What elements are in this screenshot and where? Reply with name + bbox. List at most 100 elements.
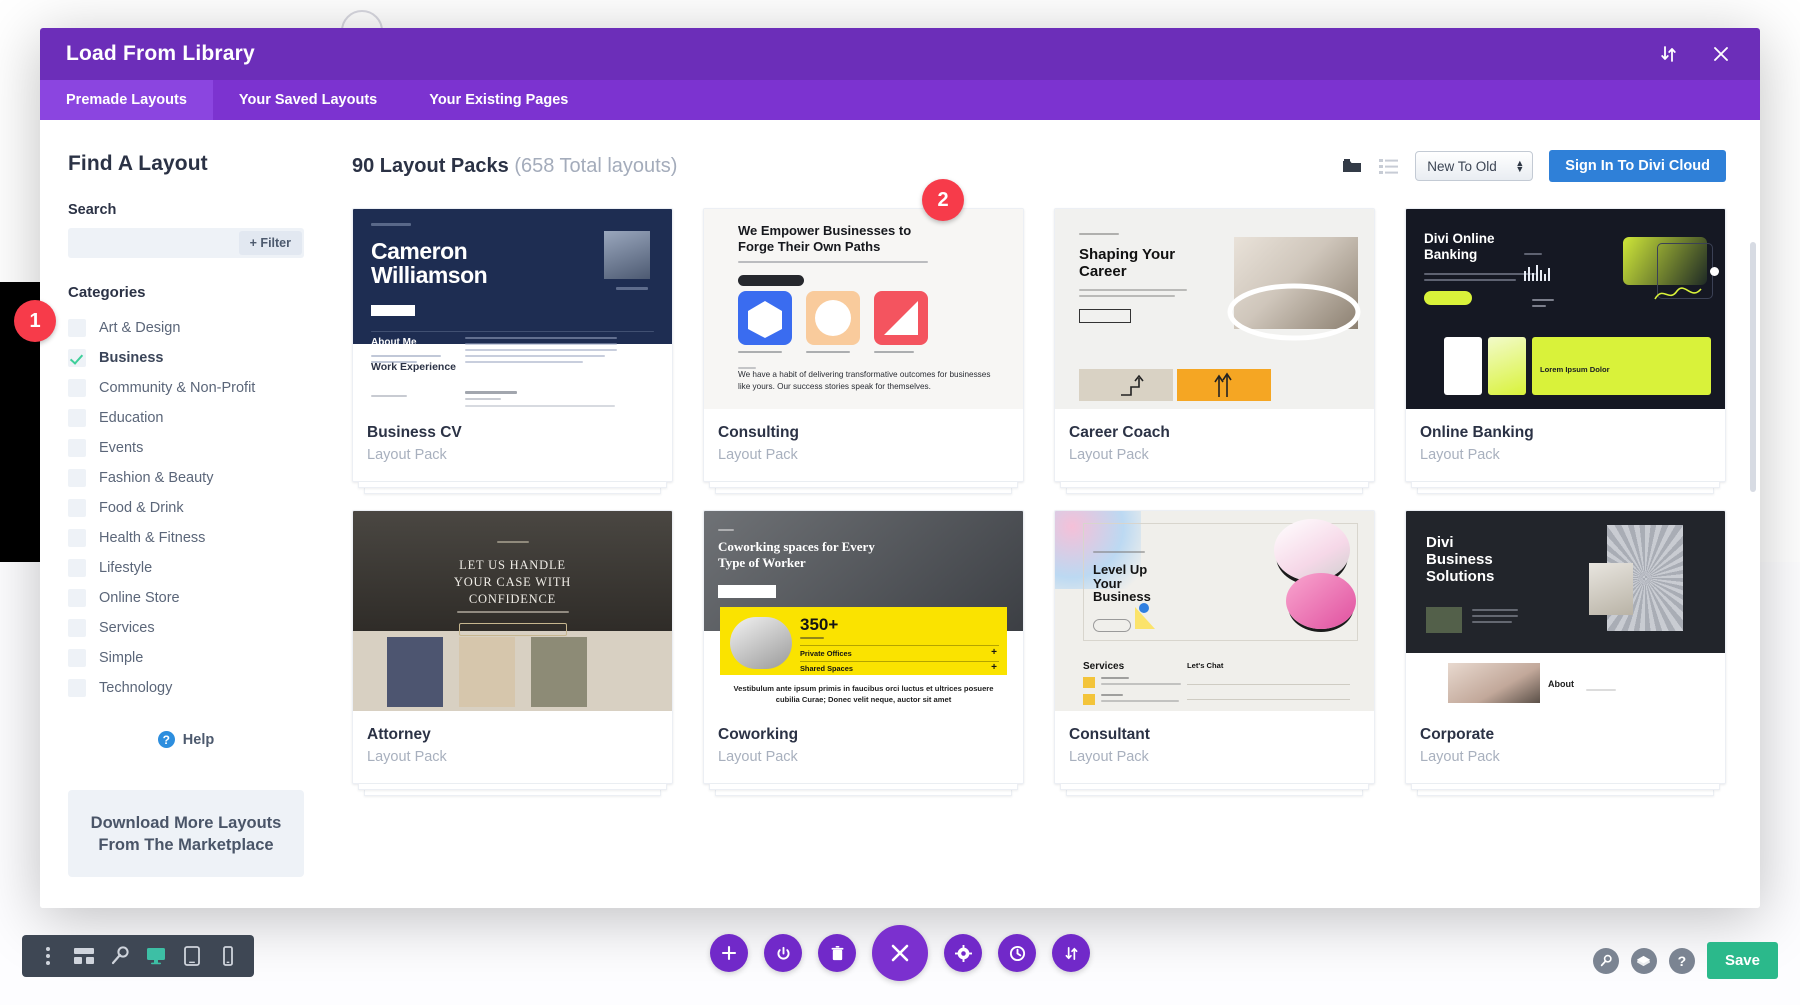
search-row: + Filter	[68, 228, 304, 258]
category-label: Business	[99, 350, 164, 366]
sign-in-divi-cloud-button[interactable]: Sign In To Divi Cloud	[1549, 150, 1726, 182]
power-icon[interactable]	[764, 934, 802, 972]
layout-card-attorney[interactable]: LET US HANDLE YOUR CASE WITH CONFIDENCE At…	[352, 510, 673, 796]
checkbox-business[interactable]	[68, 349, 86, 367]
checkbox-art-design[interactable]	[68, 319, 86, 337]
trash-icon[interactable]	[818, 934, 856, 972]
modal-tabs: Premade Layouts Your Saved Layouts Your …	[40, 80, 1760, 120]
wireframe-icon[interactable]	[66, 935, 102, 977]
category-business[interactable]: Business	[68, 343, 304, 373]
settings-gear-icon[interactable]	[944, 934, 982, 972]
total-layouts: (658 Total layouts)	[514, 154, 678, 177]
category-art-design[interactable]: Art & Design	[68, 313, 304, 343]
checkbox-events[interactable]	[68, 439, 86, 457]
card-thumbnail: Divi Business Solutions About	[1406, 511, 1725, 711]
thumb-heading: Divi Business Solutions	[1426, 534, 1495, 585]
modal-scrollbar[interactable]	[1750, 242, 1756, 492]
category-label: Services	[99, 620, 155, 636]
category-services[interactable]: Services	[68, 613, 304, 643]
category-fashion-beauty[interactable]: Fashion & Beauty	[68, 463, 304, 493]
card-inner[interactable]: Divi Online Banking Lorem Ipsum Dolor On…	[1405, 208, 1726, 482]
card-meta: Coworking Layout Pack	[704, 711, 1023, 783]
folder-view-icon[interactable]	[1341, 156, 1363, 176]
layout-card-online-banking[interactable]: Divi Online Banking Lorem Ipsum Dolor On…	[1405, 208, 1726, 494]
category-events[interactable]: Events	[68, 433, 304, 463]
card-inner[interactable]: Cameron Williamson About Me Work Experie…	[352, 208, 673, 482]
category-label: Education	[99, 410, 164, 426]
tab-your-saved-layouts[interactable]: Your Saved Layouts	[213, 80, 403, 120]
card-stack-shadow	[1060, 784, 1369, 790]
more-options-icon[interactable]	[30, 935, 66, 977]
card-stack-shadow	[1411, 482, 1720, 488]
card-inner[interactable]: Shaping Your Career Career Coach Layout …	[1054, 208, 1375, 482]
category-education[interactable]: Education	[68, 403, 304, 433]
card-inner[interactable]: Level Up Your Business Services Let's Chat	[1054, 510, 1375, 784]
layers-icon[interactable]	[1630, 947, 1657, 974]
category-technology[interactable]: Technology	[68, 673, 304, 703]
checkbox-lifestyle[interactable]	[68, 559, 86, 577]
category-health-fitness[interactable]: Health & Fitness	[68, 523, 304, 553]
card-inner[interactable]: Divi Business Solutions About Corporate …	[1405, 510, 1726, 784]
content-header-actions: New To Old ▲ ▼ Sign In To Divi Cloud	[1341, 150, 1726, 182]
divi-center-dock	[710, 925, 1090, 981]
zoom-icon[interactable]	[102, 935, 138, 977]
card-inner[interactable]: We Empower Businesses to Forge Their Own …	[703, 208, 1024, 482]
card-subtitle: Layout Pack	[718, 447, 798, 463]
card-meta: Attorney Layout Pack	[353, 711, 672, 783]
filter-button[interactable]: + Filter	[238, 231, 302, 255]
search-icon[interactable]	[1592, 947, 1619, 974]
sort-arrows-icon[interactable]	[1052, 934, 1090, 972]
layout-card-career-coach[interactable]: Shaping Your Career Career Coach Layout …	[1054, 208, 1375, 494]
card-stack-shadow	[1417, 790, 1714, 796]
close-icon[interactable]	[872, 925, 928, 981]
sort-arrows-icon[interactable]	[1656, 41, 1682, 67]
category-community-non-profit[interactable]: Community & Non-Profit	[68, 373, 304, 403]
tablet-view-icon[interactable]	[174, 935, 210, 977]
save-button[interactable]: Save	[1706, 942, 1778, 979]
checkbox-community-non-profit[interactable]	[68, 379, 86, 397]
add-icon[interactable]	[710, 934, 748, 972]
card-inner[interactable]: LET US HANDLE YOUR CASE WITH CONFIDENCE At…	[352, 510, 673, 784]
card-thumbnail: We Empower Businesses to Forge Their Own …	[704, 209, 1023, 409]
thumb-heading: We Empower Businesses to Forge Their Own …	[738, 223, 912, 255]
card-inner[interactable]: Coworking spaces for Every Type of Worker…	[703, 510, 1024, 784]
checkbox-simple[interactable]	[68, 649, 86, 667]
marketplace-promo[interactable]: Download More Layouts From The Marketpla…	[68, 790, 304, 877]
thumb-section-services: Services	[1083, 661, 1125, 672]
checkbox-services[interactable]	[68, 619, 86, 637]
checkbox-education[interactable]	[68, 409, 86, 427]
card-thumbnail: Level Up Your Business Services Let's Chat	[1055, 511, 1374, 711]
list-view-icon[interactable]	[1379, 157, 1399, 175]
checkbox-health-fitness[interactable]	[68, 529, 86, 547]
category-simple[interactable]: Simple	[68, 643, 304, 673]
layout-card-coworking[interactable]: Coworking spaces for Every Type of Worker…	[703, 510, 1024, 796]
sort-select[interactable]: New To Old ▲ ▼	[1415, 151, 1534, 181]
layout-card-corporate[interactable]: Divi Business Solutions About Corporate …	[1405, 510, 1726, 796]
checkbox-technology[interactable]	[68, 679, 86, 697]
checkbox-food-drink[interactable]	[68, 499, 86, 517]
category-food-drink[interactable]: Food & Drink	[68, 493, 304, 523]
tab-premade-layouts[interactable]: Premade Layouts	[40, 80, 213, 120]
card-subtitle: Layout Pack	[1420, 749, 1500, 765]
category-online-store[interactable]: Online Store	[68, 583, 304, 613]
tab-your-existing-pages[interactable]: Your Existing Pages	[403, 80, 594, 120]
history-clock-icon[interactable]	[998, 934, 1036, 972]
card-stack-shadow	[1417, 488, 1714, 494]
close-icon[interactable]	[1708, 41, 1734, 67]
card-stack-shadow	[709, 784, 1018, 790]
layout-card-consultant[interactable]: Level Up Your Business Services Let's Chat	[1054, 510, 1375, 796]
desktop-view-icon[interactable]	[138, 935, 174, 977]
page-root: Load From Library Premade Layouts Your S…	[0, 0, 1800, 1005]
layout-card-consulting[interactable]: We Empower Businesses to Forge Their Own …	[703, 208, 1024, 494]
phone-view-icon[interactable]	[210, 935, 246, 977]
category-lifestyle[interactable]: Lifestyle	[68, 553, 304, 583]
layout-card-business-cv[interactable]: Cameron Williamson About Me Work Experie…	[352, 208, 673, 494]
marketplace-line-1: Download More Layouts	[90, 814, 282, 832]
page-background-right	[1760, 282, 1800, 562]
help-icon[interactable]: ?	[1668, 947, 1695, 974]
card-stack-shadow	[358, 784, 667, 790]
card-title: Business CV	[367, 424, 462, 441]
help-link[interactable]: ? Help	[68, 731, 304, 748]
checkbox-fashion-beauty[interactable]	[68, 469, 86, 487]
checkbox-online-store[interactable]	[68, 589, 86, 607]
